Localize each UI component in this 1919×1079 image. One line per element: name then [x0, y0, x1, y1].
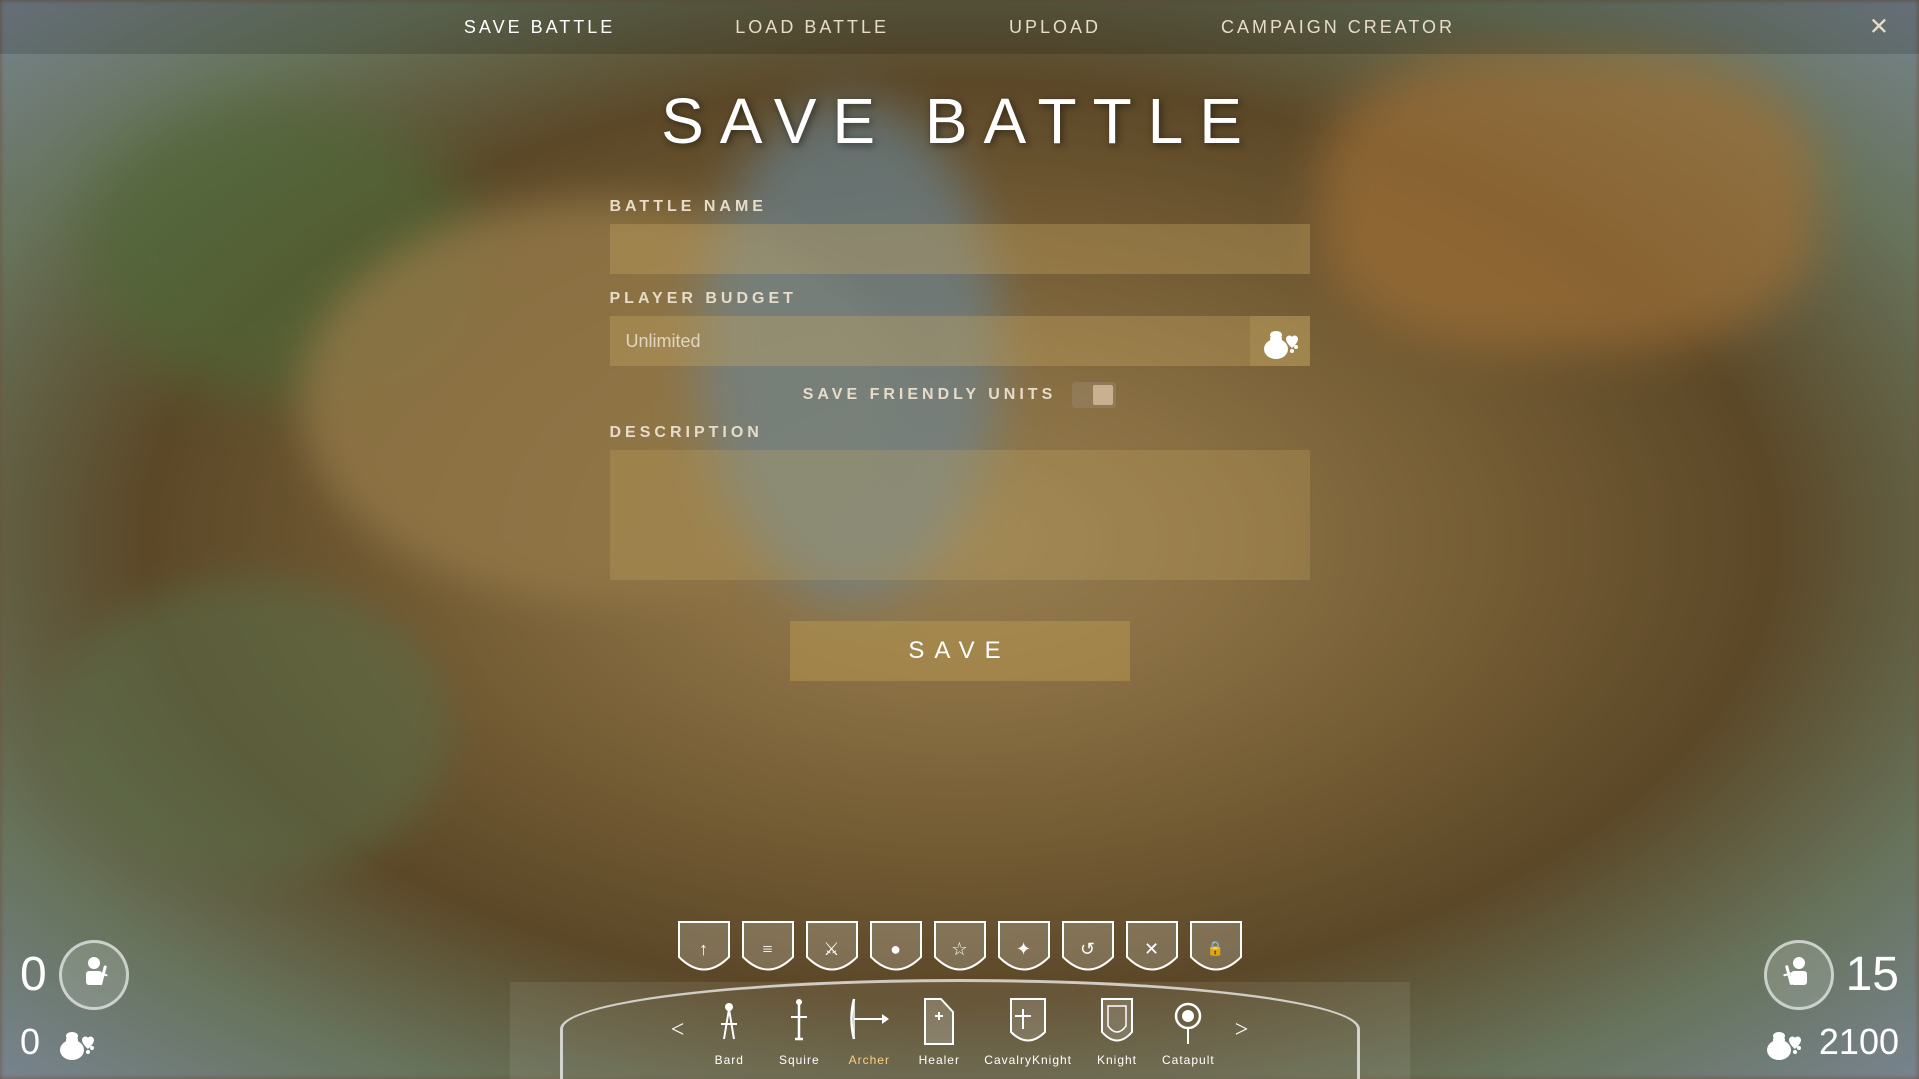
description-label: DESCRIPTION [610, 424, 1310, 442]
nav-upload[interactable]: Upload [1009, 17, 1101, 38]
shield-btn-up[interactable]: ↑ [674, 917, 734, 982]
right-budget-icon [1756, 1014, 1811, 1069]
unit-nav-left[interactable]: < [661, 1017, 695, 1044]
battle-name-section: BATTLE NAME [610, 198, 1310, 274]
hud-right-bottom: 2100 [1756, 1014, 1899, 1069]
cavalry-icon [1003, 994, 1053, 1049]
left-score-bottom: 0 [20, 1024, 40, 1060]
right-player-icon [1764, 940, 1834, 1010]
nav-campaign-creator[interactable]: Campaign Creator [1221, 17, 1455, 38]
hud-right: 15 2100 [1639, 949, 1919, 1079]
battle-name-input[interactable] [610, 224, 1310, 274]
shield-btn-sparkle[interactable]: ✦ [994, 917, 1054, 982]
healer-icon [914, 994, 964, 1049]
budget-row [610, 316, 1310, 366]
description-input[interactable] [610, 450, 1310, 580]
shield-btn-star[interactable]: ☆ [930, 917, 990, 982]
bard-label: Bard [715, 1053, 744, 1067]
budget-coin-icon [1258, 319, 1302, 363]
shield-btn-return[interactable]: ↺ [1058, 917, 1118, 982]
shield-btn-menu[interactable]: ≡ [738, 917, 798, 982]
left-score-top: 0 [20, 951, 47, 999]
player-budget-label: PLAYER BUDGET [610, 290, 1310, 308]
player-icon-svg [76, 955, 112, 995]
archer-icon [844, 994, 894, 1049]
nav-save-battle[interactable]: Save Battle [464, 17, 615, 38]
knight-icon [1092, 994, 1142, 1049]
save-friendly-row: SAVE FRIENDLY UNITS [803, 382, 1117, 408]
shield-btn-lock[interactable]: 🔒 [1186, 917, 1246, 982]
page-title: SAVE BATTLE [661, 84, 1258, 158]
catapult-label: Catapult [1162, 1053, 1215, 1067]
shield-icon-row: ↑ ≡ ⚔ ● ☆ ✦ ↺ [674, 917, 1246, 982]
right-score-bottom: 2100 [1819, 1024, 1899, 1060]
hud-left-bottom: 0 [20, 1014, 103, 1069]
unit-card-knight[interactable]: Knight [1082, 990, 1152, 1071]
battle-name-label: BATTLE NAME [610, 198, 1310, 216]
shield-btn-orb[interactable]: ● [866, 917, 926, 982]
top-nav: Save Battle Load Battle Upload Campaign … [0, 0, 1919, 54]
healer-label: Healer [919, 1053, 960, 1067]
description-section: DESCRIPTION [610, 424, 1310, 585]
save-button[interactable]: SAVE [790, 621, 1130, 681]
archer-label: Archer [849, 1053, 890, 1067]
shield-btn-cross[interactable]: ✕ [1122, 917, 1182, 982]
hud-right-top: 15 [1764, 940, 1899, 1010]
center-hud: ↑ ≡ ⚔ ● ☆ ✦ ↺ [510, 917, 1410, 1079]
nav-load-battle[interactable]: Load Battle [735, 17, 889, 38]
left-budget-icon [48, 1014, 103, 1069]
unit-card-cavalry[interactable]: CavalryKnight [974, 990, 1082, 1071]
save-friendly-label: SAVE FRIENDLY UNITS [803, 386, 1057, 404]
squire-icon [774, 994, 824, 1049]
catapult-icon [1163, 994, 1213, 1049]
unit-card-archer[interactable]: Archer [834, 990, 904, 1071]
unit-card-healer[interactable]: Healer [904, 990, 974, 1071]
player-budget-input[interactable] [610, 316, 1250, 366]
hud-left-top: 0 [20, 940, 129, 1010]
hud-left: 0 0 [0, 949, 280, 1079]
close-button[interactable]: ✕ [1869, 13, 1889, 42]
bottom-hud: 0 0 [0, 949, 1919, 1079]
left-player-icon [59, 940, 129, 1010]
shield-btn-sword[interactable]: ⚔ [802, 917, 862, 982]
budget-icon-button[interactable] [1250, 316, 1310, 366]
main-content: SAVE BATTLE BATTLE NAME PLAYER BUDGET [610, 54, 1310, 681]
right-score-top: 15 [1846, 951, 1899, 999]
squire-label: Squire [779, 1053, 820, 1067]
knight-label: Knight [1097, 1053, 1137, 1067]
unit-nav-right[interactable]: > [1225, 1017, 1259, 1044]
cavalry-label: CavalryKnight [984, 1053, 1072, 1067]
save-friendly-toggle[interactable] [1072, 382, 1116, 408]
budget-icon-svg [54, 1020, 98, 1064]
unit-card-squire[interactable]: Squire [764, 990, 834, 1071]
right-player-icon-svg [1781, 955, 1817, 995]
unit-row: < Bard [510, 982, 1410, 1079]
unit-card-catapult[interactable]: Catapult [1152, 990, 1225, 1071]
bard-icon [704, 994, 754, 1049]
player-budget-section: PLAYER BUDGET [610, 290, 1310, 366]
unit-card-bard[interactable]: Bard [694, 990, 764, 1071]
